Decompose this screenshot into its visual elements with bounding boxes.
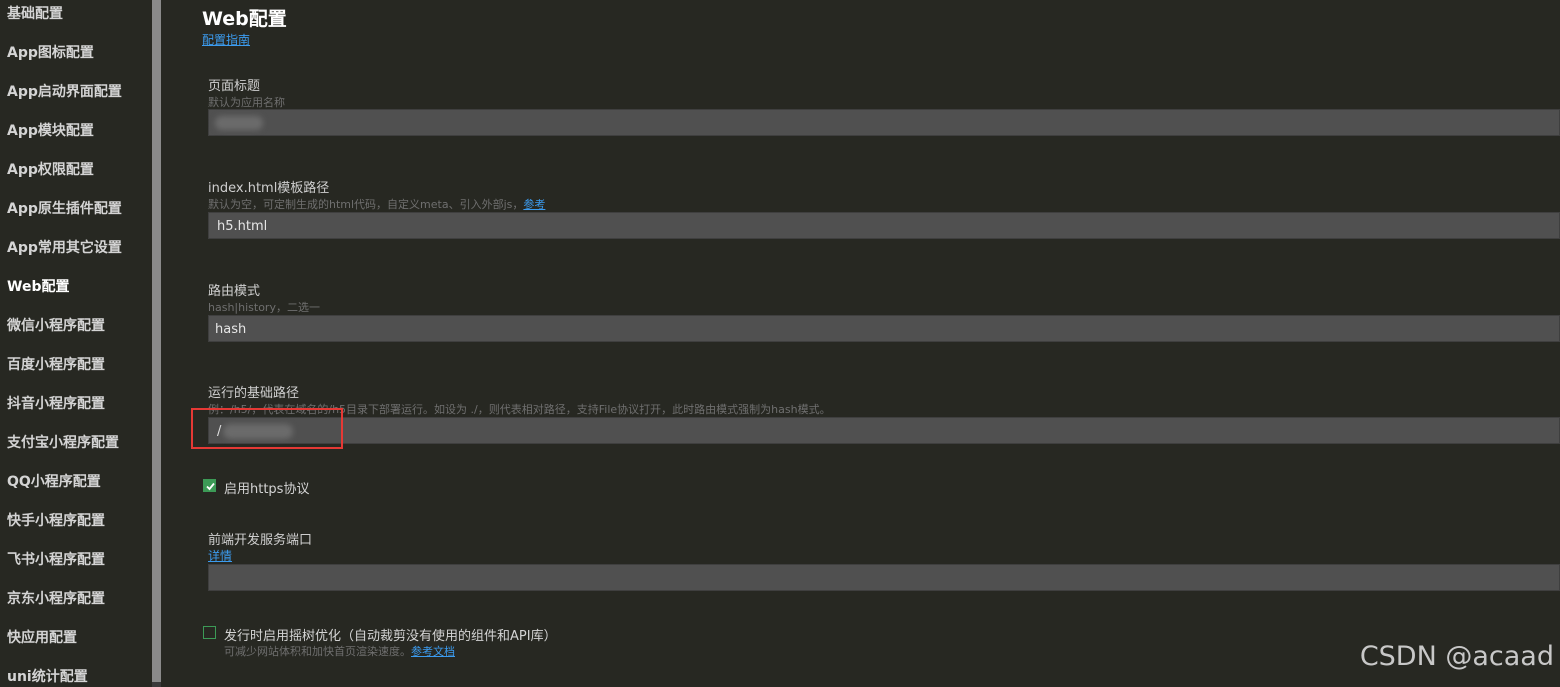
template-field-desc: 默认为空，可定制生成的html代码，自定义meta、引入外部js，参考	[208, 196, 545, 212]
sidebar-item-kuaishou[interactable]: 快手小程序配置	[7, 510, 105, 530]
guide-link[interactable]: 配置指南	[202, 31, 250, 48]
sidebar-item-app-permissions[interactable]: App权限配置	[7, 159, 94, 179]
tree-shaking-desc-text: 可减少网站体积和加快首页渲染速度。	[224, 645, 411, 658]
template-desc-text: 默认为空，可定制生成的html代码，自定义meta、引入外部js，	[208, 198, 524, 211]
sidebar-item-douyin[interactable]: 抖音小程序配置	[7, 393, 105, 413]
template-field-label: index.html模板路径	[208, 181, 330, 196]
sidebar: 基础配置 App图标配置 App启动界面配置 App模块配置 App权限配置 A…	[0, 0, 152, 687]
page-title-field-desc: 默认为应用名称	[208, 96, 285, 109]
tree-shaking-desc: 可减少网站体积和加快首页渲染速度。参考文档	[224, 643, 455, 659]
sidebar-item-app-modules[interactable]: App模块配置	[7, 120, 94, 140]
sidebar-item-weixin[interactable]: 微信小程序配置	[7, 315, 105, 335]
highlight-box	[191, 408, 343, 449]
router-mode-field-label: 路由模式	[208, 284, 261, 299]
https-label[interactable]: 启用https协议	[224, 478, 309, 497]
template-reference-link[interactable]: 参考	[523, 198, 545, 211]
sidebar-item-feishu[interactable]: 飞书小程序配置	[7, 549, 105, 569]
page-title-input[interactable]	[208, 109, 1560, 136]
redacted-blur	[215, 116, 263, 130]
router-mode-input[interactable]: hash	[208, 315, 1560, 342]
check-icon	[206, 482, 215, 491]
base-path-input[interactable]: /	[208, 417, 1560, 444]
sidebar-item-baidu[interactable]: 百度小程序配置	[7, 354, 105, 374]
tree-shaking-label[interactable]: 发行时启用摇树优化（自动裁剪没有使用的组件和API库）	[224, 625, 557, 644]
base-path-field-label: 运行的基础路径	[208, 386, 300, 401]
sidebar-item-app-other[interactable]: App常用其它设置	[7, 237, 122, 257]
sidebar-item-alipay[interactable]: 支付宝小程序配置	[7, 432, 119, 452]
sidebar-scrollbar-thumb[interactable]	[152, 0, 161, 682]
page-title-field-label: 页面标题	[208, 79, 261, 94]
dev-port-input[interactable]	[208, 564, 1560, 591]
sidebar-item-quickapp[interactable]: 快应用配置	[7, 627, 77, 647]
watermark: CSDN @acaad	[1359, 641, 1554, 672]
sidebar-item-basic[interactable]: 基础配置	[7, 3, 63, 23]
sidebar-item-jd[interactable]: 京东小程序配置	[7, 588, 105, 608]
page-title: Web配置	[202, 8, 287, 30]
sidebar-item-app-splash[interactable]: App启动界面配置	[7, 81, 122, 101]
sidebar-item-uni-stat[interactable]: uni统计配置	[7, 666, 88, 686]
sidebar-item-app-native-plugins[interactable]: App原生插件配置	[7, 198, 122, 218]
router-mode-field-desc: hash|history，二选一	[208, 301, 320, 314]
sidebar-item-app-icon[interactable]: App图标配置	[7, 42, 94, 62]
tree-shaking-checkbox[interactable]	[203, 626, 216, 639]
https-checkbox[interactable]	[203, 479, 216, 492]
sidebar-item-web[interactable]: Web配置	[7, 276, 69, 296]
main-panel: Web配置 配置指南 页面标题 默认为应用名称 index.html模板路径 默…	[161, 0, 1560, 687]
tree-shaking-docs-link[interactable]: 参考文档	[411, 645, 455, 658]
sidebar-item-qq[interactable]: QQ小程序配置	[7, 471, 101, 491]
template-input[interactable]: h5.html	[208, 212, 1560, 239]
dev-port-field-label: 前端开发服务端口	[208, 533, 313, 548]
dev-port-details-link[interactable]: 详情	[208, 547, 232, 564]
